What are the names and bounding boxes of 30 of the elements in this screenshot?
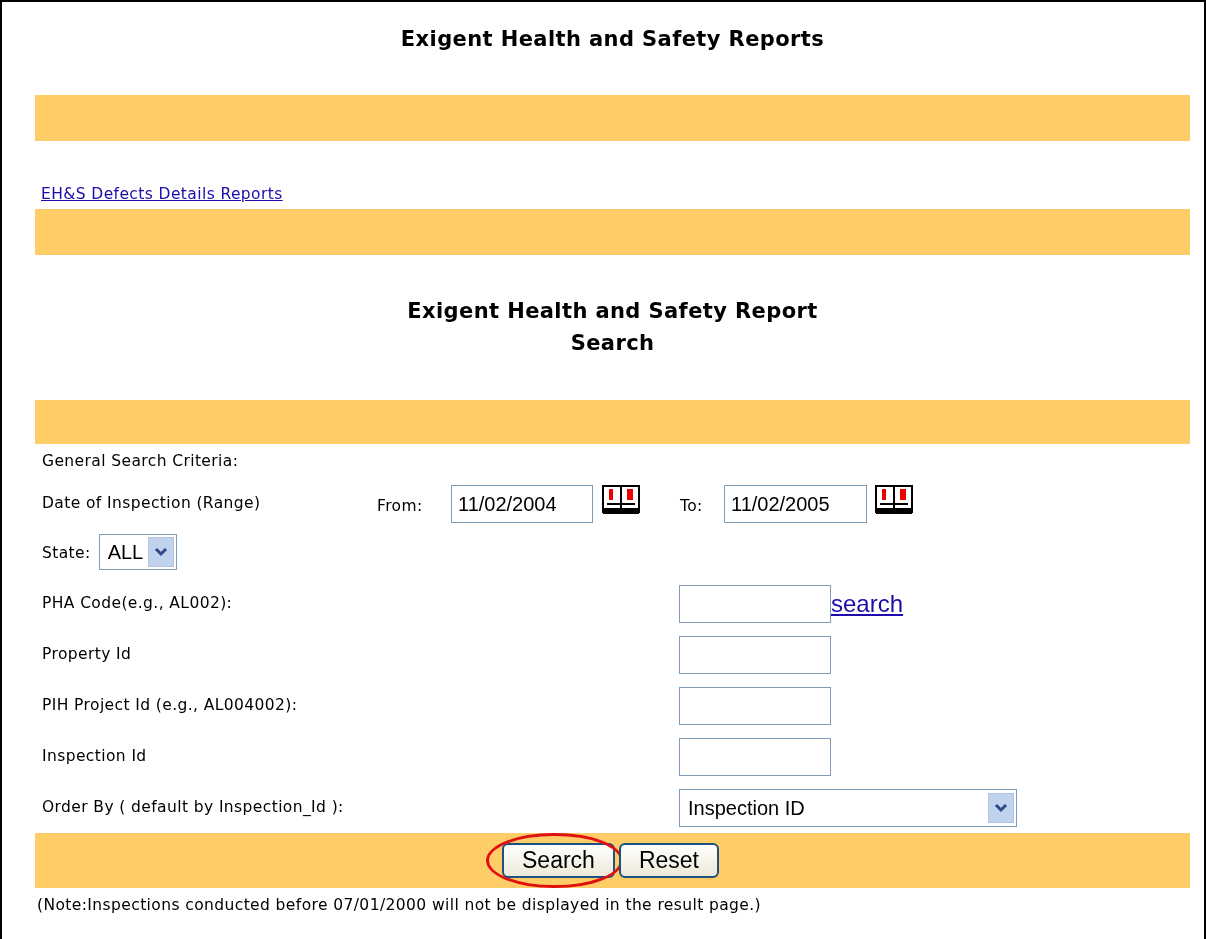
section-heading: Search [570, 330, 655, 357]
field-label: Order By ( default by Inspection_Id ): [42, 796, 345, 818]
field-label: From: [377, 496, 424, 518]
calendar-icon[interactable] [601, 484, 641, 516]
field-label: Property Id [42, 643, 133, 665]
field-label: Date of Inspection (Range) [42, 493, 262, 515]
text-field[interactable] [679, 737, 831, 776]
field-label: PHA Code(e.g., AL002): [42, 592, 234, 614]
text-field[interactable] [679, 686, 831, 725]
report-link[interactable]: EH&S Defects Details Reports [41, 182, 283, 206]
dropdown-icon[interactable] [988, 792, 1014, 823]
field-label: Inspection Id [42, 745, 148, 767]
date-field[interactable]: 11/02/2004 [451, 485, 593, 523]
order-select[interactable]: Inspection ID [679, 788, 1017, 827]
calendar-icon[interactable] [874, 484, 914, 516]
page-title: Exigent Health and Safety Reports [399, 26, 826, 53]
text-field[interactable] [679, 635, 831, 674]
search-link[interactable]: search [831, 585, 904, 622]
text-field[interactable] [679, 584, 831, 623]
state-select[interactable]: ALL [98, 534, 177, 570]
field-label: State: [42, 543, 91, 565]
criteria-label: General Search Criteria: [42, 452, 239, 470]
note-text: (Note:Inspections conducted before 07/01/2000 will not be displayed in the result page.) [37, 896, 762, 914]
dropdown-icon[interactable] [147, 537, 174, 567]
field-label: PIH Project Id (e.g., AL004002): [42, 694, 299, 716]
form-button[interactable]: Reset [618, 842, 719, 879]
field-label: To: [680, 496, 704, 518]
date-field[interactable]: 11/02/2005 [724, 485, 867, 523]
form-button[interactable]: Search [502, 842, 615, 879]
section-heading: Exigent Health and Safety Report [407, 298, 818, 325]
